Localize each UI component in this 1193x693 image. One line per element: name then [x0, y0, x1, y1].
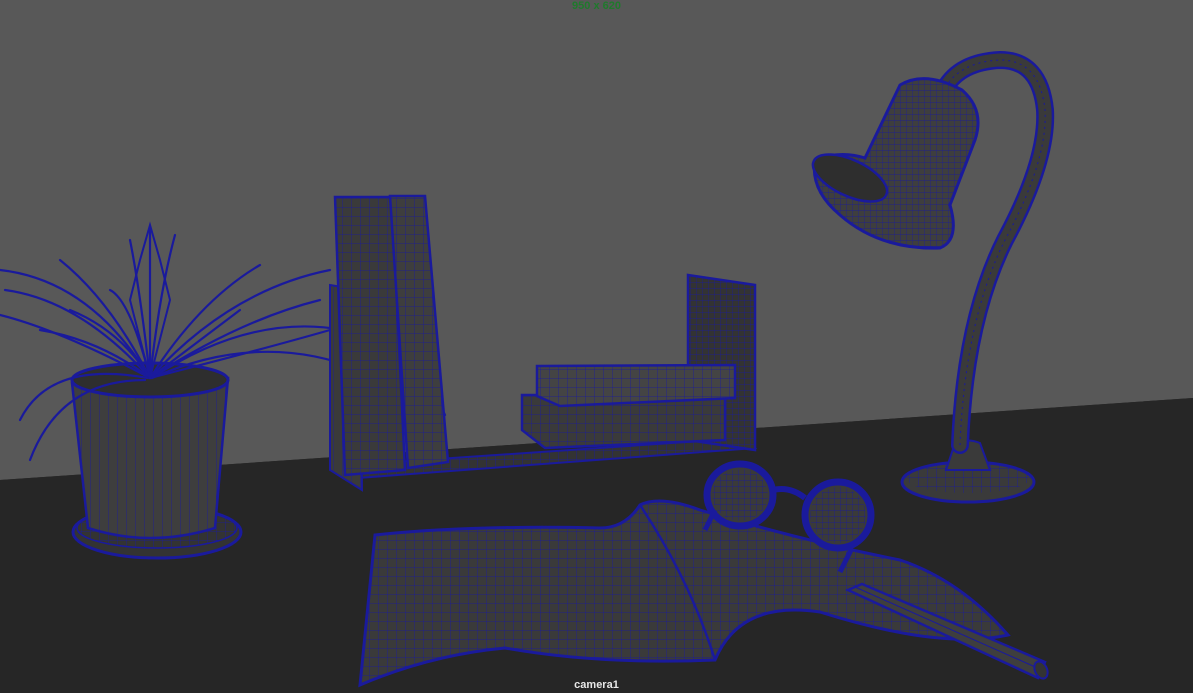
camera-name-label: camera1	[574, 679, 619, 691]
scene-canvas[interactable]	[0, 0, 1193, 693]
maya-viewport[interactable]: 950 x 620 camera1	[0, 0, 1193, 693]
lying-books[interactable]	[520, 363, 737, 450]
resolution-gate-label: 950 x 620	[572, 0, 621, 12]
